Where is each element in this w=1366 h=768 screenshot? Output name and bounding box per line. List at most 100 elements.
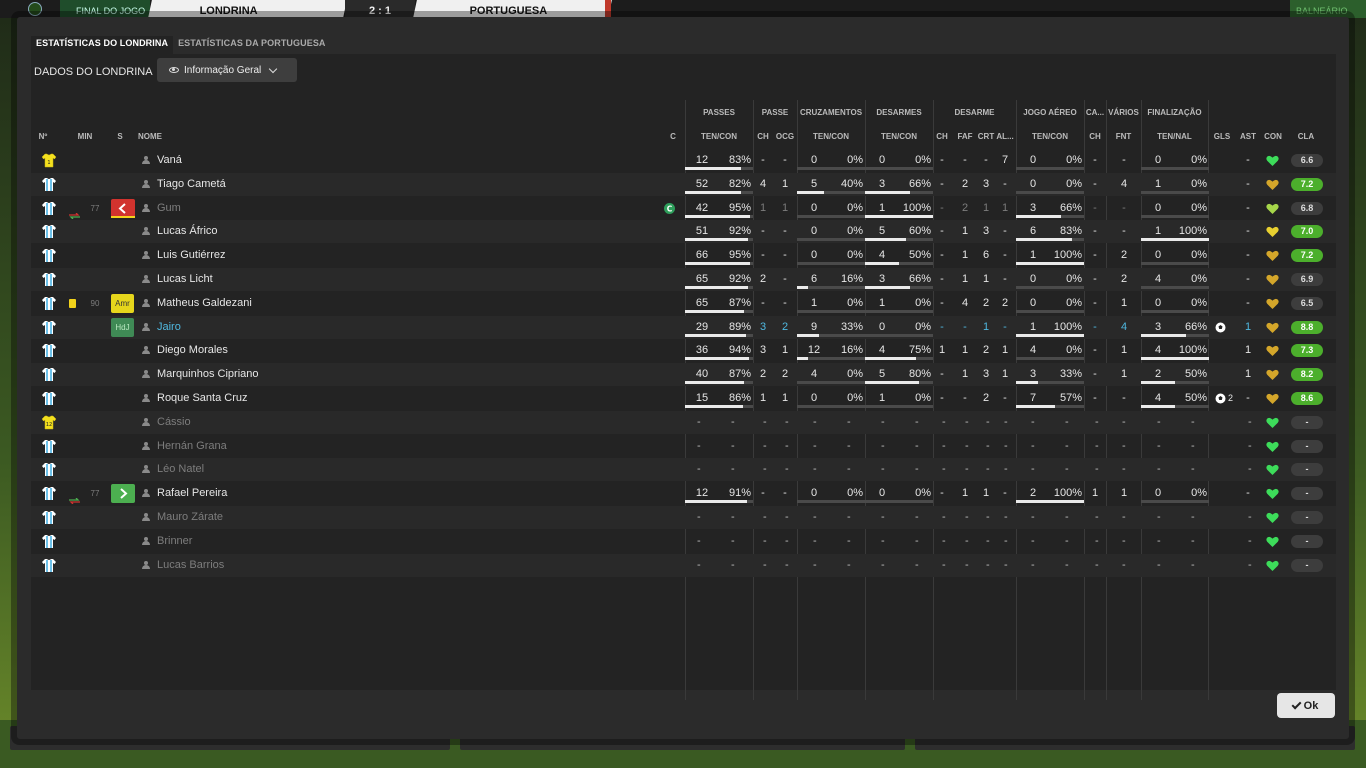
table-row[interactable]: Brinner - - - - - - - - - - - - - - - - … bbox=[31, 530, 1336, 553]
column-header-des_ch[interactable]: CH bbox=[933, 132, 951, 141]
dressing-room-button[interactable]: BALNEÁRIO bbox=[1290, 0, 1366, 18]
tackles-bar bbox=[865, 381, 920, 385]
table-row[interactable]: Lucas Licht 65 92% 2-6 16% 3 66% -1 1-0 0% -2 4 0% -6… bbox=[31, 268, 1336, 291]
empty-stat: - bbox=[731, 439, 735, 452]
column-header-des_crt[interactable]: CRT bbox=[977, 132, 995, 141]
group-header: FINALIZAÇÃO bbox=[1147, 108, 1202, 117]
tackles-bar bbox=[865, 357, 916, 361]
player-name[interactable]: Rafael Pereira bbox=[157, 482, 227, 505]
table-row[interactable]: Léo Natel - - - - - - - - - - - - - - - … bbox=[31, 458, 1336, 482]
player-name[interactable]: Brinner bbox=[157, 530, 192, 553]
tackle-ch: - bbox=[940, 225, 944, 238]
player-name[interactable]: Diego Morales bbox=[157, 339, 228, 362]
column-header-cla[interactable]: CLA bbox=[1289, 132, 1323, 141]
substitution-off-button[interactable] bbox=[111, 198, 135, 218]
passes-bar bbox=[685, 357, 749, 361]
empty-stat: - bbox=[1191, 415, 1195, 428]
player-name[interactable]: Tiago Cametá bbox=[157, 173, 226, 196]
player-name[interactable]: Cássio bbox=[157, 411, 191, 434]
column-header-aereo[interactable]: TEN/CON bbox=[1016, 132, 1084, 141]
shots-bar bbox=[1141, 405, 1175, 408]
column-header-name[interactable]: NOME bbox=[138, 132, 162, 141]
varios-fnt: 2 bbox=[1120, 273, 1128, 285]
table-row[interactable]: 77 Gum C 42 95% 1 1 0 0% 1 100% -2 1 1 3 66% - -0 0% -6.8 bbox=[31, 197, 1336, 220]
ca-ch: - bbox=[1093, 225, 1097, 238]
player-name[interactable]: Vaná bbox=[157, 149, 182, 172]
ok-button[interactable]: Ok bbox=[1277, 693, 1335, 718]
column-header-con[interactable]: CON bbox=[1261, 132, 1285, 141]
section-label: DADOS DO LONDRINA bbox=[34, 66, 153, 78]
empty-stat: - bbox=[697, 511, 701, 523]
table-row[interactable]: Lucas Áfrico 51 92% - -0 0% 5 60% -1 3-6 83% - -1 100… bbox=[31, 220, 1336, 244]
player-name[interactable]: Luis Gutiérrez bbox=[157, 244, 225, 267]
empty-stat: - bbox=[785, 534, 789, 547]
table-row[interactable]: Lucas Barrios - - - - - - - - - - - - - … bbox=[31, 553, 1336, 577]
table-row[interactable]: HdJ Jairo 29 89% 3 2 9 33% 0 0% - -1-1 100% -4 3 66% 1 8.… bbox=[31, 315, 1336, 339]
empty-stat: - bbox=[785, 558, 789, 571]
table-row[interactable]: Tiago Cametá 52 82% 4 1 5 40% 3 66% -2 3-0 0% -4 1 0% -… bbox=[31, 172, 1336, 196]
player-name[interactable]: Lucas Áfrico bbox=[157, 220, 218, 243]
column-header-s[interactable]: S bbox=[113, 132, 127, 141]
team-tabs: ESTATÍSTICAS DO LONDRINA ESTATÍSTICAS DA… bbox=[31, 36, 331, 54]
player-name[interactable]: Léo Natel bbox=[157, 458, 204, 481]
player-name[interactable]: Lucas Licht bbox=[157, 268, 213, 291]
tab-portuguesa-stats[interactable]: ESTATÍSTICAS DA PORTUGUESA bbox=[173, 36, 330, 54]
table-row[interactable]: Luis Gutiérrez 66 95% - -0 0% 4 50% -1 6-1 100% -2 0… bbox=[31, 244, 1336, 267]
table-row[interactable]: Roque Santa Cruz 15 86% 1 1 0 0% 1 0% - -2-7 57% - -4… bbox=[31, 387, 1336, 410]
player-name[interactable]: Gum bbox=[157, 197, 181, 220]
player-name[interactable]: Mauro Zárate bbox=[157, 506, 223, 529]
column-header-des_faf[interactable]: FAF bbox=[953, 132, 977, 141]
view-select-dropdown[interactable]: Informação Geral bbox=[157, 58, 297, 82]
empty-stat: - bbox=[1248, 558, 1252, 571]
tackle-ch: - bbox=[940, 368, 944, 381]
sub-off-arrows-icon bbox=[69, 206, 80, 220]
table-row[interactable]: Hernán Grana - - - - - - - - - - - - - -… bbox=[31, 435, 1336, 458]
column-header-desarmes[interactable]: TEN/CON bbox=[865, 132, 933, 141]
table-row[interactable]: 12 Cássio - - - - - - - - - - - - - - - -… bbox=[31, 410, 1336, 434]
tab-londrina-stats[interactable]: ESTATÍSTICAS DO LONDRINA bbox=[31, 36, 174, 54]
substitution-on-button[interactable] bbox=[111, 484, 135, 504]
player-name[interactable]: Hernán Grana bbox=[157, 435, 227, 458]
condition-heart-icon bbox=[1266, 179, 1279, 191]
empty-stat: - bbox=[731, 415, 735, 428]
table-row[interactable]: Diego Morales 36 94% 3 1 12 16% 4 75% 1 1 2 1 4 0% -1 4 1… bbox=[31, 339, 1336, 362]
table-row[interactable]: 1 Vaná 12 83% - -0 0% 0 0% - - -7 0 0% - -0 0% -6.6 bbox=[31, 149, 1336, 172]
column-header-ast[interactable]: AST bbox=[1237, 132, 1259, 141]
tackles-bar bbox=[865, 286, 910, 289]
column-header-passe_ch[interactable]: CH bbox=[755, 132, 771, 141]
tackle-faf: 1 bbox=[961, 487, 969, 500]
passe-ch: 1 bbox=[759, 392, 767, 404]
column-header-c[interactable]: C bbox=[667, 132, 679, 141]
column-header-min[interactable]: MIN bbox=[75, 132, 95, 141]
rating-badge: - bbox=[1291, 463, 1323, 477]
table-row[interactable]: 90 Amr Matheus Galdezani 65 87% - -1 0% 1 0% -4 2 2 0… bbox=[31, 292, 1336, 315]
column-header-varios_fnt[interactable]: FNT bbox=[1106, 132, 1141, 141]
shirt-icon bbox=[41, 367, 57, 382]
rating-badge: - bbox=[1291, 511, 1323, 524]
passes-bar bbox=[685, 262, 750, 266]
passes-bar bbox=[685, 333, 746, 337]
empty-stat: - bbox=[965, 558, 969, 571]
person-icon bbox=[142, 346, 150, 355]
player-name[interactable]: Matheus Galdezani bbox=[157, 292, 252, 315]
column-header-cruz[interactable]: TEN/CON bbox=[797, 132, 865, 141]
table-row[interactable]: Marquinhos Cipriano 40 87% 2 2 4 0% 5 80% -1 3 1 3 33… bbox=[31, 363, 1336, 387]
column-header-passes[interactable]: TEN/CON bbox=[685, 132, 753, 141]
column-header-no[interactable]: Nº bbox=[31, 132, 55, 141]
column-header-gls[interactable]: GLS bbox=[1211, 132, 1233, 141]
empty-stat: - bbox=[1031, 534, 1035, 547]
column-header-fin[interactable]: TEN/NAL bbox=[1141, 132, 1208, 141]
player-name[interactable]: Marquinhos Cipriano bbox=[157, 363, 259, 386]
table-row[interactable]: 77 Rafael Pereira 12 91% - -0 0% 0 0% -1 1-2 100% 1 1… bbox=[31, 482, 1336, 505]
empty-stat: - bbox=[1248, 439, 1252, 452]
empty-stat: - bbox=[942, 511, 946, 523]
column-header-ca_ch[interactable]: CH bbox=[1084, 132, 1106, 141]
player-name[interactable]: Lucas Barrios bbox=[157, 554, 224, 577]
column-header-des_al[interactable]: AL... bbox=[995, 132, 1015, 141]
player-name[interactable]: Roque Santa Cruz bbox=[157, 387, 248, 410]
column-header-passe_ocg[interactable]: OCG bbox=[774, 132, 796, 141]
player-name[interactable]: Jairo bbox=[157, 316, 181, 339]
svg-text:12: 12 bbox=[46, 422, 52, 428]
passes-bar bbox=[685, 238, 748, 242]
table-row[interactable]: Mauro Zárate - - - - - - - - - - - - - -… bbox=[31, 506, 1336, 529]
